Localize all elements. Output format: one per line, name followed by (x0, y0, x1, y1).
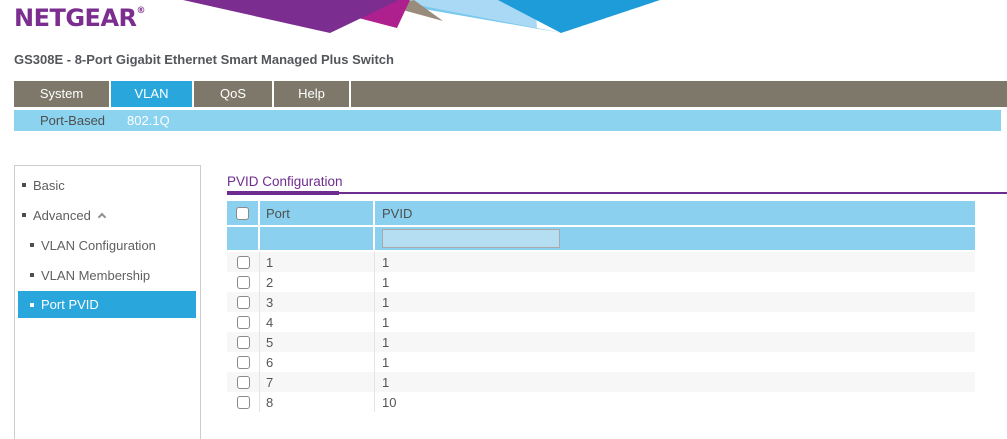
bullet-icon (30, 273, 34, 277)
tab-system[interactable]: System (14, 81, 111, 107)
port-cell: 2 (260, 272, 375, 292)
sidebar: Basic Advanced VLAN Configuration VLAN M… (14, 165, 201, 439)
bullet-icon (22, 213, 26, 217)
sidebar-item-vlan-membership[interactable]: VLAN Membership (15, 260, 200, 290)
nav-filler (351, 81, 1007, 107)
port-cell: 5 (260, 332, 375, 352)
pvid-cell: 10 (375, 392, 975, 412)
bullet-icon (30, 243, 34, 247)
port-cell: 8 (260, 392, 375, 412)
port-column-header: Port (260, 201, 375, 225)
bullet-icon (22, 183, 26, 187)
tab-qos[interactable]: QoS (194, 81, 274, 107)
sub-nav: Port-Based 802.1Q (14, 110, 1001, 131)
row-checkbox-port-7[interactable] (237, 376, 250, 389)
row-checkbox-port-6[interactable] (237, 356, 250, 369)
pvid-table: Port PVID 1 1 2 1 3 (227, 201, 975, 412)
pvid-column-header: PVID (375, 201, 975, 225)
page-title: PVID Configuration (227, 174, 343, 189)
pvid-cell: 1 (375, 332, 975, 352)
chevron-up-icon (98, 212, 106, 220)
table-row: 5 1 (227, 332, 975, 352)
header-checkbox-cell (227, 201, 260, 225)
sidebar-item-vlan-configuration[interactable]: VLAN Configuration (15, 230, 200, 260)
filter-pvid-cell (375, 227, 975, 250)
table-row: 3 1 (227, 292, 975, 312)
tab-vlan[interactable]: VLAN (111, 81, 194, 107)
table-row: 6 1 (227, 352, 975, 372)
sidebar-item-label: Advanced (33, 208, 91, 223)
section-divider (227, 192, 1007, 194)
main-content: PVID Configuration Port PVID 1 (227, 165, 1007, 439)
port-cell: 6 (260, 352, 375, 372)
registered-mark-icon: ® (137, 6, 146, 16)
table-filter-row (227, 227, 975, 250)
pvid-cell: 1 (375, 372, 975, 392)
row-checkbox-port-2[interactable] (237, 276, 250, 289)
row-checkbox-port-1[interactable] (237, 256, 250, 269)
row-checkbox-port-5[interactable] (237, 336, 250, 349)
brand-banner-graphic (0, 0, 1007, 33)
sidebar-item-label: VLAN Membership (41, 268, 150, 283)
logo-text: NETGEAR (14, 4, 137, 32)
pvid-cell: 1 (375, 292, 975, 312)
row-checkbox-port-4[interactable] (237, 316, 250, 329)
pvid-cell: 1 (375, 312, 975, 332)
netgear-logo: NETGEAR® (14, 4, 145, 32)
sidebar-menu: Basic Advanced VLAN Configuration VLAN M… (15, 166, 200, 318)
sidebar-item-port-pvid[interactable]: Port PVID (18, 291, 196, 318)
table-row: 1 1 (227, 252, 975, 272)
sidebar-item-basic[interactable]: Basic (15, 170, 200, 200)
select-all-checkbox[interactable] (236, 207, 249, 220)
pvid-cell: 1 (375, 252, 975, 272)
netgear-admin-page: NETGEAR® GS308E - 8-Port Gigabit Etherne… (0, 0, 1007, 439)
port-cell: 4 (260, 312, 375, 332)
pvid-cell: 1 (375, 272, 975, 292)
filter-checkbox-cell (227, 227, 260, 250)
sidebar-item-label: VLAN Configuration (41, 238, 156, 253)
tab-help[interactable]: Help (274, 81, 351, 107)
port-cell: 3 (260, 292, 375, 312)
table-row: 2 1 (227, 272, 975, 292)
pvid-input[interactable] (382, 229, 560, 248)
subnav-port-based[interactable]: Port-Based (40, 113, 105, 128)
table-row: 4 1 (227, 312, 975, 332)
bullet-icon (30, 303, 34, 307)
subnav-802-1q[interactable]: 802.1Q (127, 113, 170, 128)
table-row: 8 10 (227, 392, 975, 412)
filter-port-cell (260, 227, 375, 250)
row-checkbox-port-8[interactable] (237, 396, 250, 409)
sidebar-item-label: Port PVID (41, 297, 99, 312)
main-nav: System VLAN QoS Help (14, 81, 1007, 107)
row-checkbox-port-3[interactable] (237, 296, 250, 309)
sidebar-item-advanced[interactable]: Advanced (15, 200, 200, 230)
port-cell: 1 (260, 252, 375, 272)
table-row: 7 1 (227, 372, 975, 392)
pvid-cell: 1 (375, 352, 975, 372)
sidebar-item-label: Basic (33, 178, 65, 193)
title-underline (227, 191, 339, 195)
device-title: GS308E - 8-Port Gigabit Ethernet Smart M… (14, 52, 394, 67)
port-cell: 7 (260, 372, 375, 392)
table-header-row: Port PVID (227, 201, 975, 225)
